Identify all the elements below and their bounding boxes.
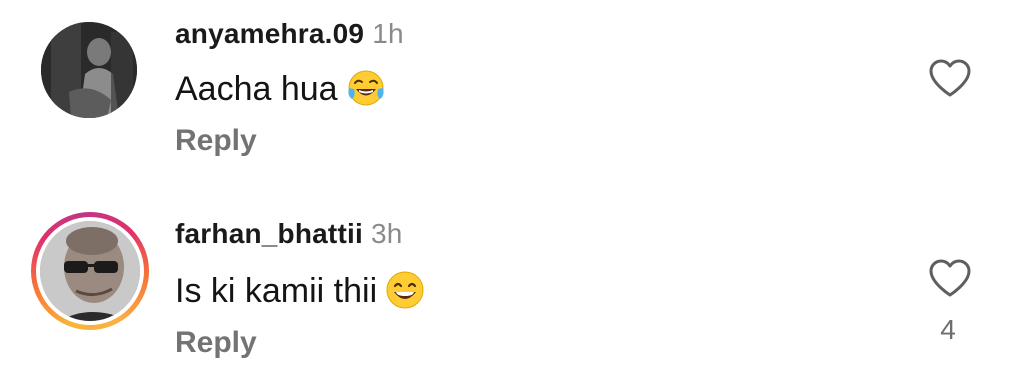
comment-text-body: Is ki kamii thii bbox=[175, 272, 378, 310]
heart-icon[interactable] bbox=[928, 258, 972, 298]
comment-item: farhan_bhattii 3h Is ki kamii thii Reply … bbox=[0, 0, 1024, 390]
comment-username[interactable]: farhan_bhattii 3h bbox=[175, 218, 402, 250]
username-text[interactable]: farhan_bhattii bbox=[175, 218, 363, 249]
reply-button[interactable]: Reply bbox=[175, 326, 257, 360]
avatar[interactable] bbox=[40, 221, 140, 321]
avatar-photo-icon bbox=[40, 221, 140, 321]
comment-text: Is ki kamii thii bbox=[175, 271, 425, 313]
like-count[interactable]: 4 bbox=[936, 314, 960, 346]
grinning-face-with-smiling-eyes-icon bbox=[386, 271, 424, 309]
comment-timestamp: 3h bbox=[370, 218, 403, 249]
